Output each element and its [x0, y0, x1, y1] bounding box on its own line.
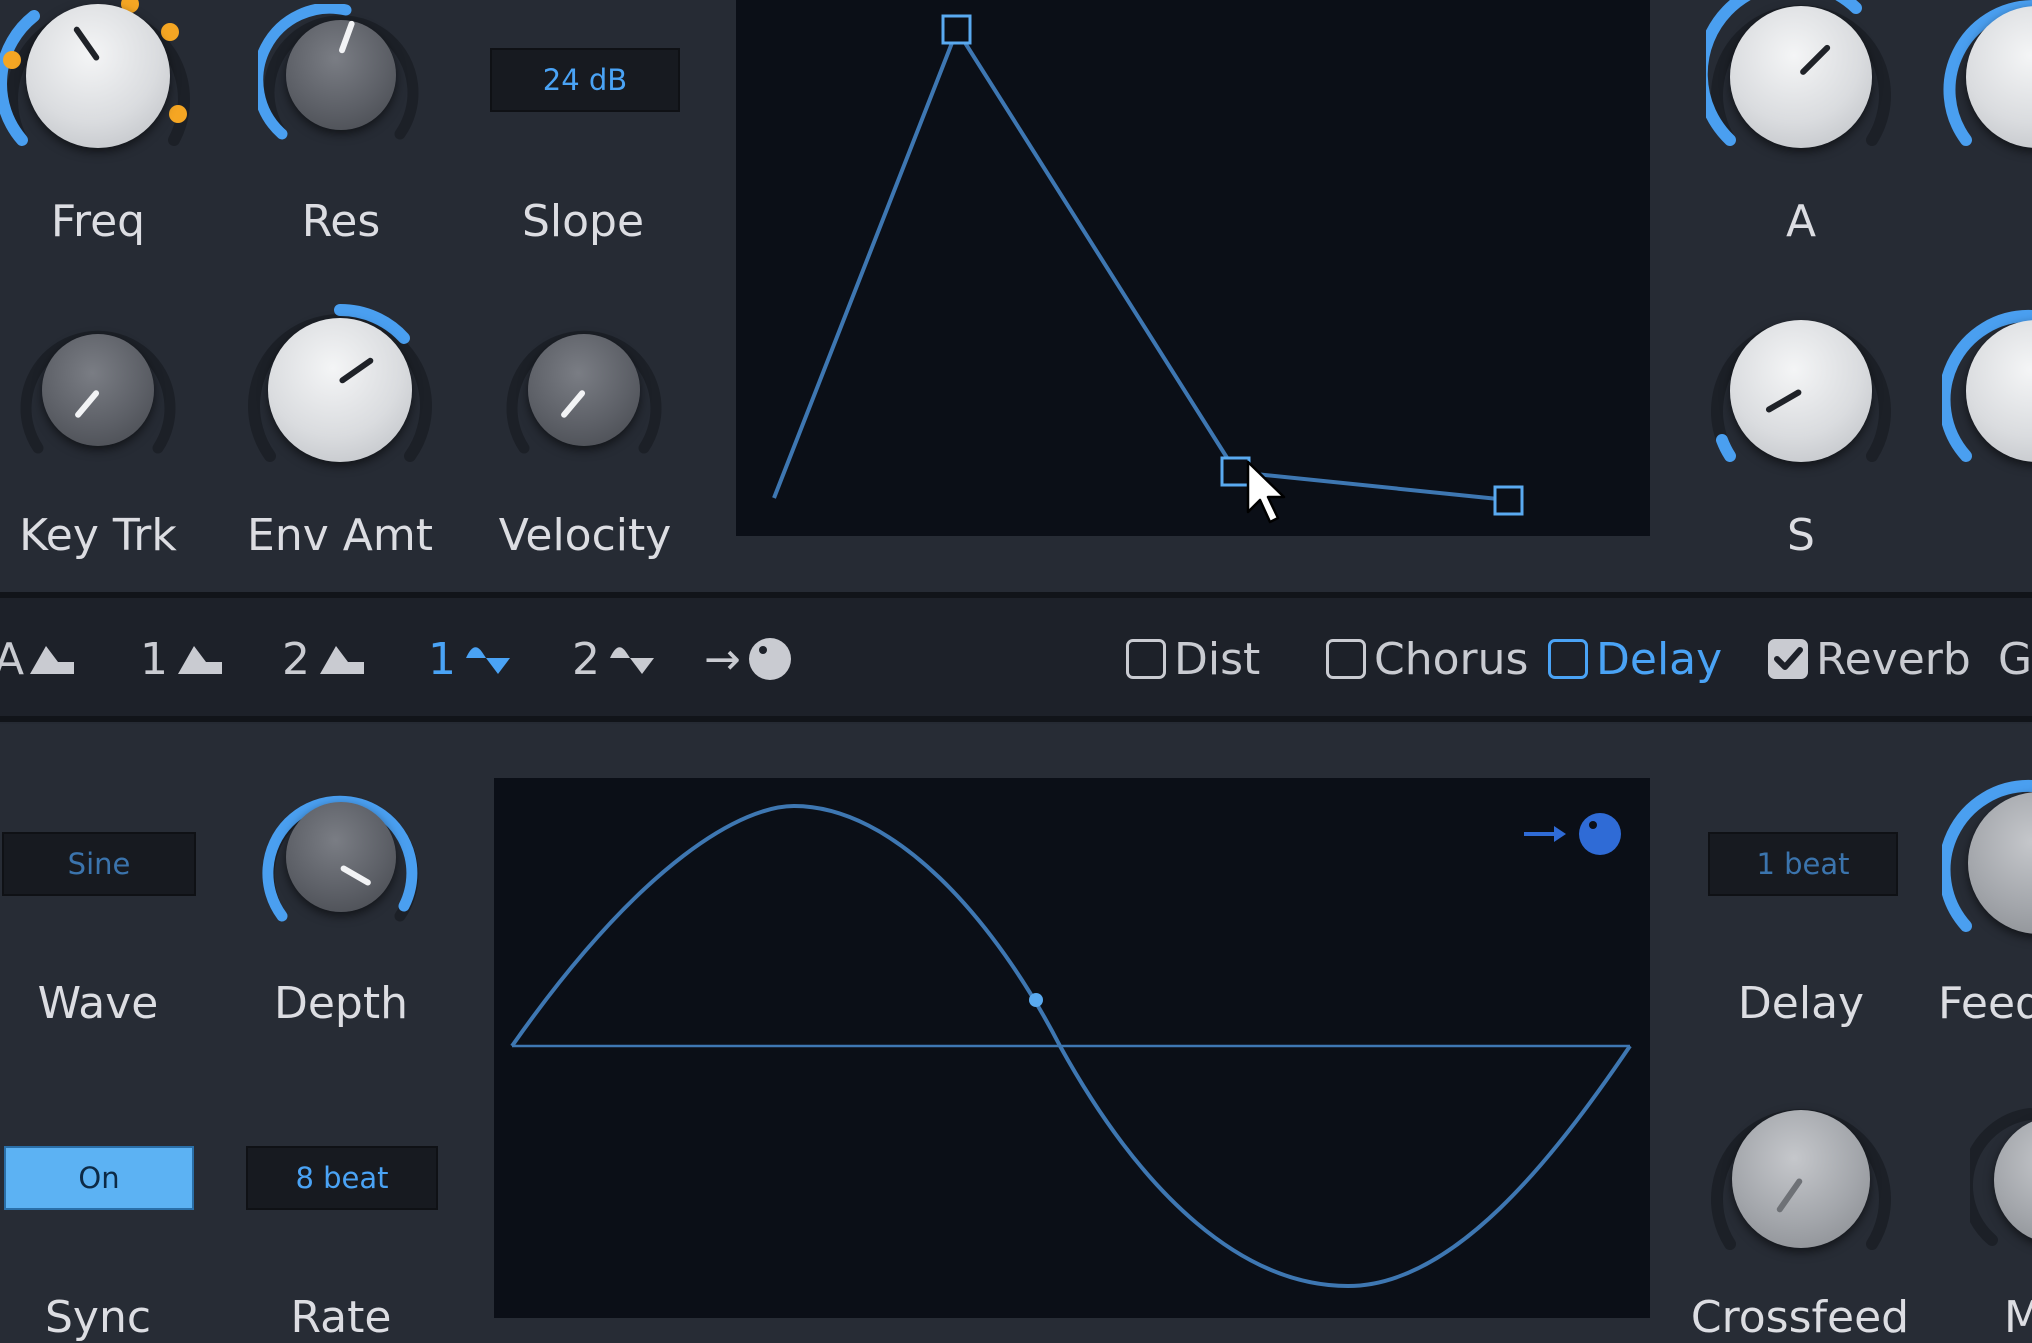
- slope-label: Slope: [521, 196, 645, 247]
- checkbox-icon: [1548, 639, 1588, 679]
- lfo-shape-icon: [610, 647, 654, 674]
- sustain-knob[interactable]: [1706, 306, 1896, 476]
- velocity-label: Velocity: [498, 510, 672, 561]
- delay-toggle[interactable]: Delay: [1548, 628, 1722, 690]
- depth-label: Depth: [273, 978, 409, 1029]
- checkbox-icon: [1326, 639, 1366, 679]
- tab-env-1[interactable]: 1: [140, 628, 224, 690]
- effect-tab-g[interactable]: G: [1998, 628, 2032, 690]
- reverb-toggle[interactable]: Reverb: [1768, 628, 1971, 690]
- attack-knob[interactable]: [1706, 0, 1896, 160]
- attack-label: A: [1785, 196, 1817, 247]
- rate-value-box[interactable]: 8 beat: [246, 1146, 438, 1210]
- wave-label: Wave: [37, 978, 159, 1029]
- tab-lfo-1[interactable]: 1: [428, 628, 512, 690]
- lfo-display[interactable]: [494, 778, 1650, 1318]
- freq-knob[interactable]: [0, 0, 196, 160]
- res-knob[interactable]: [258, 4, 424, 154]
- envelope-display[interactable]: [736, 0, 1650, 536]
- feedback-knob[interactable]: [1942, 776, 2032, 946]
- delay-time-box[interactable]: 1 beat: [1708, 832, 1898, 896]
- attack-handle[interactable]: [941, 14, 972, 45]
- rate-label: Rate: [290, 1292, 392, 1343]
- envelope-shape-icon: [178, 646, 222, 674]
- decay-handle[interactable]: [1220, 456, 1251, 487]
- velocity-knob[interactable]: [502, 318, 666, 468]
- dist-toggle[interactable]: Dist: [1126, 628, 1260, 690]
- knob-target-icon: [1524, 813, 1621, 855]
- chorus-toggle[interactable]: Chorus: [1326, 628, 1528, 690]
- mix-label: M: [2004, 1292, 2032, 1343]
- key-trk-knob[interactable]: [16, 318, 180, 468]
- knob-target-icon: [748, 638, 791, 680]
- tab-amp-env[interactable]: A: [0, 628, 76, 690]
- lfo-phase-dot: [1029, 993, 1043, 1007]
- decay-knob[interactable]: [1942, 0, 2032, 160]
- slope-value-box[interactable]: 24 dB: [490, 48, 680, 112]
- mix-knob[interactable]: [1970, 1100, 2032, 1260]
- release-knob[interactable]: [1942, 306, 2032, 476]
- depth-knob[interactable]: [258, 786, 424, 936]
- tab-mod-target[interactable]: →: [704, 628, 793, 690]
- crossfeed-label: Crossfeed: [1690, 1292, 1910, 1343]
- env-amt-label: Env Amt: [247, 510, 433, 561]
- freq-label: Freq: [50, 196, 146, 247]
- lfo-shape-icon: [466, 647, 510, 674]
- envelope-shape-icon: [320, 646, 364, 674]
- sync-toggle-button[interactable]: On: [4, 1146, 194, 1210]
- env-amt-knob[interactable]: [244, 302, 436, 478]
- checkbox-icon: [1126, 639, 1166, 679]
- res-label: Res: [301, 196, 381, 247]
- release-handle[interactable]: [1493, 485, 1524, 516]
- envelope-shape-icon: [30, 646, 75, 674]
- delay-label: Delay: [1737, 978, 1865, 1029]
- tab-env-2[interactable]: 2: [282, 628, 366, 690]
- wave-value-box[interactable]: Sine: [2, 832, 196, 896]
- sync-label: Sync: [44, 1292, 152, 1343]
- key-trk-label: Key Trk: [19, 510, 177, 561]
- mouse-cursor: [1246, 460, 1286, 524]
- checkbox-checked-icon: [1768, 639, 1808, 679]
- crossfeed-knob[interactable]: [1708, 1094, 1894, 1264]
- tab-lfo-2[interactable]: 2: [572, 628, 656, 690]
- divider: [0, 716, 2032, 722]
- feedback-label: Feed: [1938, 978, 2032, 1029]
- sustain-label: S: [1787, 510, 1815, 561]
